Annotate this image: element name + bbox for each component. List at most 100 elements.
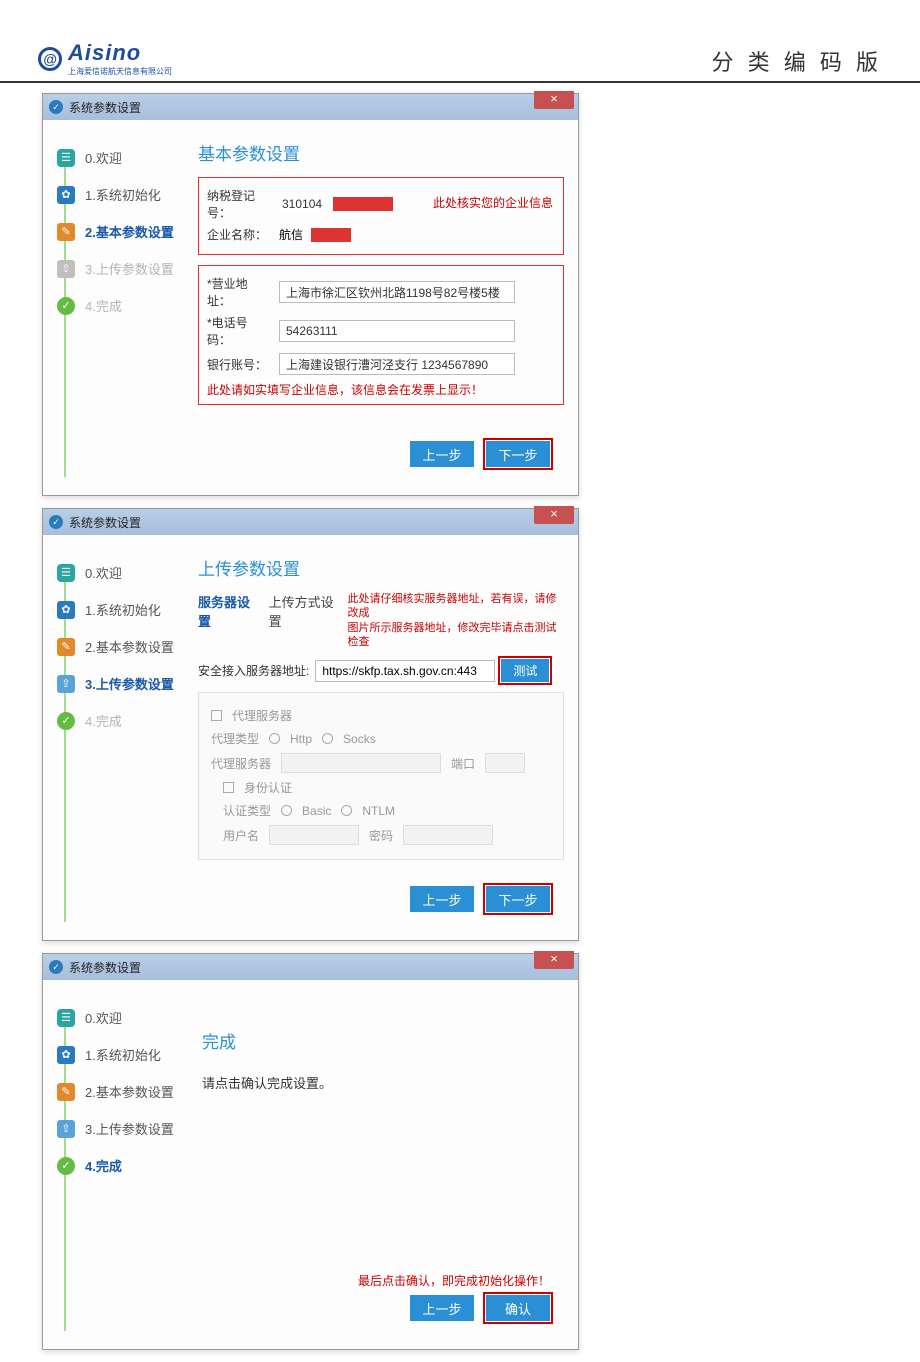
section-title: 基本参数设置 — [198, 140, 564, 165]
check-icon: ✓ — [57, 297, 75, 315]
upload-icon: ⇧ — [57, 675, 75, 693]
finish-message: 请点击确认完成设置。 — [202, 1073, 564, 1092]
gear-icon: ✿ — [57, 186, 75, 204]
tel-label: *电话号码： — [207, 314, 271, 348]
step-init[interactable]: 1.系统初始化 — [85, 1045, 161, 1064]
step-finish: 4.完成 — [85, 711, 122, 730]
bank-input[interactable] — [279, 353, 515, 375]
detail-note: 此处请如实填写企业信息，该信息会在发票上显示！ — [207, 381, 555, 398]
addr-label: *营业地址： — [207, 275, 271, 309]
step-upload: 3.上传参数设置 — [85, 259, 174, 278]
company-note: 此处核实您的企业信息 — [433, 194, 553, 211]
step-welcome[interactable]: 0.欢迎 — [85, 563, 122, 582]
next-button[interactable]: 下一步 — [486, 441, 550, 467]
tab-server[interactable]: 服务器设置 — [198, 592, 259, 630]
window-title: 系统参数设置 — [69, 99, 141, 116]
app-icon: ✓ — [49, 100, 63, 114]
tax-label: 纳税登记号： — [207, 187, 271, 221]
step-init[interactable]: 1.系统初始化 — [85, 185, 161, 204]
proxy-type-label: 代理类型 — [211, 730, 259, 747]
user-input — [269, 825, 359, 845]
prev-button[interactable]: 上一步 — [410, 1295, 474, 1321]
server-input[interactable] — [315, 660, 495, 682]
pwd-input — [403, 825, 493, 845]
port-input — [485, 753, 525, 773]
dialog-basic-params: ✓ 系统参数设置 × ☰0.欢迎 ✿1.系统初始化 ✎2.基本参数设置 ⇧3.上… — [42, 93, 579, 496]
close-button[interactable]: × — [534, 91, 574, 109]
company-value: 航信 — [279, 226, 303, 243]
logo-name: Aisino — [68, 40, 172, 66]
titlebar: ✓ 系统参数设置 × — [43, 94, 578, 120]
step-basic[interactable]: 2.基本参数设置 — [85, 222, 174, 241]
socks-radio — [322, 733, 333, 744]
app-icon: ✓ — [49, 515, 63, 529]
step-upload[interactable]: 3.上传参数设置 — [85, 1119, 174, 1138]
logo-icon: @ — [38, 47, 62, 71]
step-icon: ☰ — [57, 1009, 75, 1027]
step-basic[interactable]: 2.基本参数设置 — [85, 1082, 174, 1101]
auth-type-label: 认证类型 — [223, 802, 271, 819]
auth-checkbox — [223, 782, 234, 793]
content-finish: 完成 请点击确认完成设置。 最后点击确认，即完成初始化操作！ 上一步 确认 — [188, 980, 578, 1349]
port-label: 端口 — [451, 755, 475, 772]
logo: @ Aisino 上海爱信诺航天信息有限公司 — [38, 40, 172, 77]
dialog-finish: ✓ 系统参数设置 × ☰0.欢迎 ✿1.系统初始化 ✎2.基本参数设置 ⇧3.上… — [42, 953, 579, 1350]
bank-label: 银行账号： — [207, 356, 271, 373]
step-init[interactable]: 1.系统初始化 — [85, 600, 161, 619]
proxy-server-label: 代理服务器 — [211, 755, 271, 772]
step-basic[interactable]: 2.基本参数设置 — [85, 637, 174, 656]
proxy-label: 代理服务器 — [232, 707, 292, 724]
step-finish: 4.完成 — [85, 296, 122, 315]
redacted — [311, 228, 351, 242]
proxy-server-input — [281, 753, 441, 773]
user-icon: ✎ — [57, 1083, 75, 1101]
basic-radio — [281, 805, 292, 816]
page-header: @ Aisino 上海爱信诺航天信息有限公司 分 类 编 码 版 — [0, 0, 920, 83]
prev-button[interactable]: 上一步 — [410, 441, 474, 467]
auth-label: 身份认证 — [244, 779, 292, 796]
company-info-box: 纳税登记号： 310104 此处核实您的企业信息 企业名称： 航信 — [198, 177, 564, 255]
user-label: 用户名 — [223, 827, 259, 844]
server-label: 安全接入服务器地址: — [198, 662, 309, 679]
step-welcome[interactable]: 0.欢迎 — [85, 1008, 122, 1027]
close-button[interactable]: × — [534, 506, 574, 524]
ntlm-radio — [341, 805, 352, 816]
test-button[interactable]: 测试 — [501, 659, 549, 682]
redacted — [333, 197, 393, 211]
step-upload[interactable]: 3.上传参数设置 — [85, 674, 174, 693]
confirm-button[interactable]: 确认 — [486, 1295, 550, 1321]
finish-note: 最后点击确认，即完成初始化操作！ — [198, 1272, 564, 1289]
window-title: 系统参数设置 — [69, 959, 141, 976]
step-icon: ☰ — [57, 564, 75, 582]
check-icon: ✓ — [57, 712, 75, 730]
step-finish[interactable]: 4.完成 — [85, 1156, 122, 1175]
titlebar: ✓ 系统参数设置 × — [43, 954, 578, 980]
tab-upload-mode[interactable]: 上传方式设置 — [269, 592, 342, 630]
user-icon: ✎ — [57, 223, 75, 241]
prev-button[interactable]: 上一步 — [410, 886, 474, 912]
proxy-checkbox[interactable] — [211, 710, 222, 721]
upload-icon: ⇧ — [57, 260, 75, 278]
detail-box: *营业地址： *电话号码： 银行账号： 此处请如实填写企业信息，该信息会在发票上… — [198, 265, 564, 405]
section-title: 上传参数设置 — [198, 555, 564, 580]
user-icon: ✎ — [57, 638, 75, 656]
finish-title: 完成 — [202, 1028, 564, 1053]
logo-subtitle: 上海爱信诺航天信息有限公司 — [68, 66, 172, 77]
upload-icon: ⇧ — [57, 1120, 75, 1138]
http-radio — [269, 733, 280, 744]
window-title: 系统参数设置 — [69, 514, 141, 531]
step-welcome[interactable]: 0.欢迎 — [85, 148, 122, 167]
stepper: ☰ 0.欢迎 ✿ 1.系统初始化 ✎ 2.基本参数设置 ⇧ 3.上传参数设置 ✓ 4.完成 — [43, 535, 188, 940]
proxy-box: 代理服务器 代理类型 Http Socks 代理服务器端口 身份认证 认证类型 … — [198, 692, 564, 860]
close-button[interactable]: × — [534, 951, 574, 969]
company-label: 企业名称： — [207, 226, 271, 243]
next-button[interactable]: 下一步 — [486, 886, 550, 912]
stepper-line — [64, 156, 66, 477]
tel-input[interactable] — [279, 320, 515, 342]
addr-input[interactable] — [279, 281, 515, 303]
stepper: ☰0.欢迎 ✿1.系统初始化 ✎2.基本参数设置 ⇧3.上传参数设置 ✓4.完成 — [43, 120, 188, 495]
dialog-upload-params: ✓ 系统参数设置 × ☰ 0.欢迎 ✿ 1.系统初始化 ✎ 2.基本参数设置 ⇧ 3.上… — [42, 508, 579, 941]
gear-icon: ✿ — [57, 601, 75, 619]
check-icon: ✓ — [57, 1157, 75, 1175]
tax-value: 310104 — [279, 196, 325, 212]
